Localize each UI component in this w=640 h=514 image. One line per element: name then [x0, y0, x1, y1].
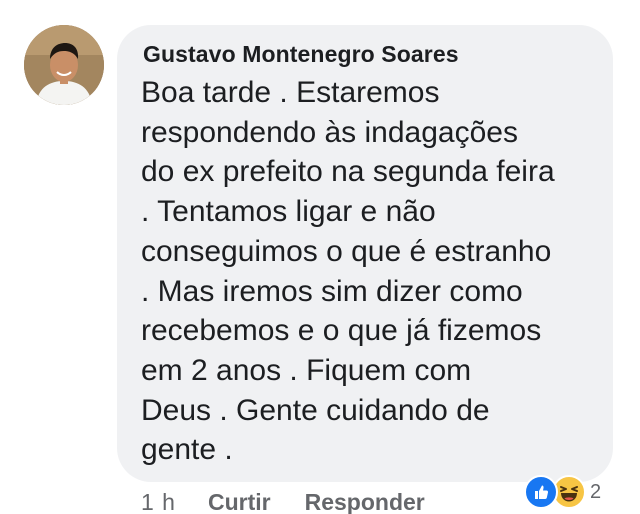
comment-actions: 1 h Curtir Responder [141, 486, 459, 514]
comment-text-line: do ex prefeito na segunda feira [141, 155, 555, 189]
comment-text-line: . Mas iremos sim dizer como [141, 274, 523, 308]
reaction-count: 2 [590, 480, 602, 503]
comment-text-line: recebemos e o que já fizemos [141, 314, 542, 348]
comment-text-line: Deus . Gente cuidando de [141, 393, 490, 427]
comment-text-line: Boa tarde . Estaremos [141, 76, 440, 109]
comment: Gustavo Montenegro Soares Boa tarde . Es… [0, 0, 640, 514]
comment-timestamp[interactable]: 1 h [141, 489, 176, 514]
comment-text-line: respondendo às indagações [141, 115, 518, 149]
comment-text-line: em 2 anos . Fiquem com [141, 353, 472, 387]
comment-bubble: Gustavo Montenegro Soares Boa tarde . Es… [117, 25, 613, 482]
like-button[interactable]: Curtir [208, 489, 271, 514]
profile-photo [24, 25, 104, 105]
comment-text-line: gente . [141, 433, 233, 467]
comment-text-line: . Tentamos ligar e não [141, 195, 436, 229]
comment-text-line: conseguimos o que é estranho [141, 234, 552, 268]
reaction-summary[interactable]: 2 [524, 474, 601, 510]
like-icon [524, 475, 558, 509]
reply-button[interactable]: Responder [305, 489, 425, 514]
comment-author[interactable]: Gustavo Montenegro Soares [143, 39, 589, 69]
comment-text: Boa tarde . Estaremos respondendo às ind… [141, 73, 589, 470]
avatar[interactable] [24, 25, 104, 105]
